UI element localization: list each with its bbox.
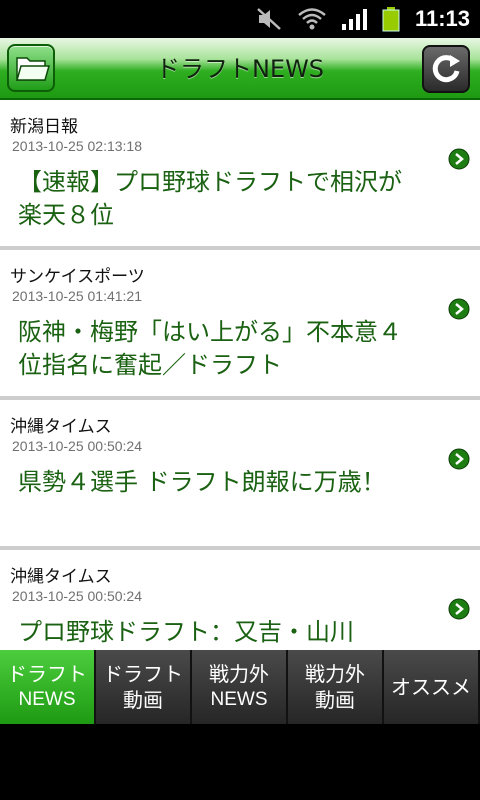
tab-sublabel: 動画 [315, 688, 355, 712]
app-header: ドラフトNEWS [0, 38, 480, 100]
tab-released-video[interactable]: 戦力外 動画 [288, 650, 384, 724]
news-headline: 県勢４選手 ドラフト朗報に万歳！ [18, 468, 386, 496]
chevron-right-icon[interactable] [448, 448, 470, 470]
news-item[interactable]: 沖縄タイムス 2013-10-25 00:50:24 県勢４選手 ドラフト朗報に… [0, 400, 480, 550]
tab-bar: ドラフト NEWS ドラフト 動画 戦力外 NEWS 戦力外 動画 オススメ [0, 650, 480, 724]
tab-released-news[interactable]: 戦力外 NEWS [192, 650, 288, 724]
battery-icon [381, 6, 401, 32]
news-headline: プロ野球ドラフト：又吉・山川 [18, 618, 354, 646]
chevron-right-icon[interactable] [448, 148, 470, 170]
tab-sublabel: 動画 [123, 688, 163, 712]
status-bar: 11:13 [0, 0, 480, 38]
news-source: 沖縄タイムス [10, 417, 112, 437]
chevron-right-icon[interactable] [448, 598, 470, 620]
refresh-button[interactable] [422, 45, 470, 93]
refresh-icon [424, 55, 468, 95]
news-source: 新潟日報 [10, 117, 78, 137]
news-item[interactable]: 沖縄タイムス 2013-10-25 00:50:24 プロ野球ドラフト：又吉・山… [0, 550, 480, 650]
status-time: 11:13 [414, 6, 470, 31]
mute-icon [255, 6, 285, 32]
chevron-right-icon[interactable] [448, 298, 470, 320]
news-headline: 阪神・梅野「はい上がる」不本意４位指名に奮起／ドラフト [18, 318, 402, 379]
tab-label: オススメ [391, 675, 471, 699]
news-date: 2013-10-25 01:41:21 [12, 288, 142, 304]
tab-draft-news[interactable]: ドラフト NEWS [0, 650, 96, 724]
tab-label: 戦力外 [209, 662, 269, 686]
tab-recommended[interactable]: オススメ [384, 650, 480, 724]
news-headline: 【速報】プロ野球ドラフトで相沢が楽天８位 [18, 168, 402, 229]
tab-label: ドラフト [7, 662, 87, 686]
news-source: サンケイスポーツ [10, 267, 145, 287]
signal-icon [339, 6, 369, 32]
news-item[interactable]: サンケイスポーツ 2013-10-25 01:41:21 阪神・梅野「はい上がる… [0, 250, 480, 400]
tab-label: 戦力外 [305, 662, 365, 686]
news-item[interactable]: 新潟日報 2013-10-25 02:13:18 【速報】プロ野球ドラフトで相沢… [0, 100, 480, 250]
tab-sublabel: NEWS [210, 689, 268, 710]
page-title: ドラフトNEWS [155, 55, 325, 83]
news-date: 2013-10-25 00:50:24 [12, 588, 142, 604]
news-date: 2013-10-25 00:50:24 [12, 438, 142, 454]
news-source: 沖縄タイムス [10, 567, 112, 587]
news-date: 2013-10-25 02:13:18 [12, 138, 142, 154]
tab-label: ドラフト [103, 662, 183, 686]
news-list[interactable]: 新潟日報 2013-10-25 02:13:18 【速報】プロ野球ドラフトで相沢… [0, 100, 480, 650]
tab-draft-video[interactable]: ドラフト 動画 [96, 650, 192, 724]
wifi-icon [297, 6, 327, 32]
tab-sublabel: NEWS [18, 689, 76, 710]
